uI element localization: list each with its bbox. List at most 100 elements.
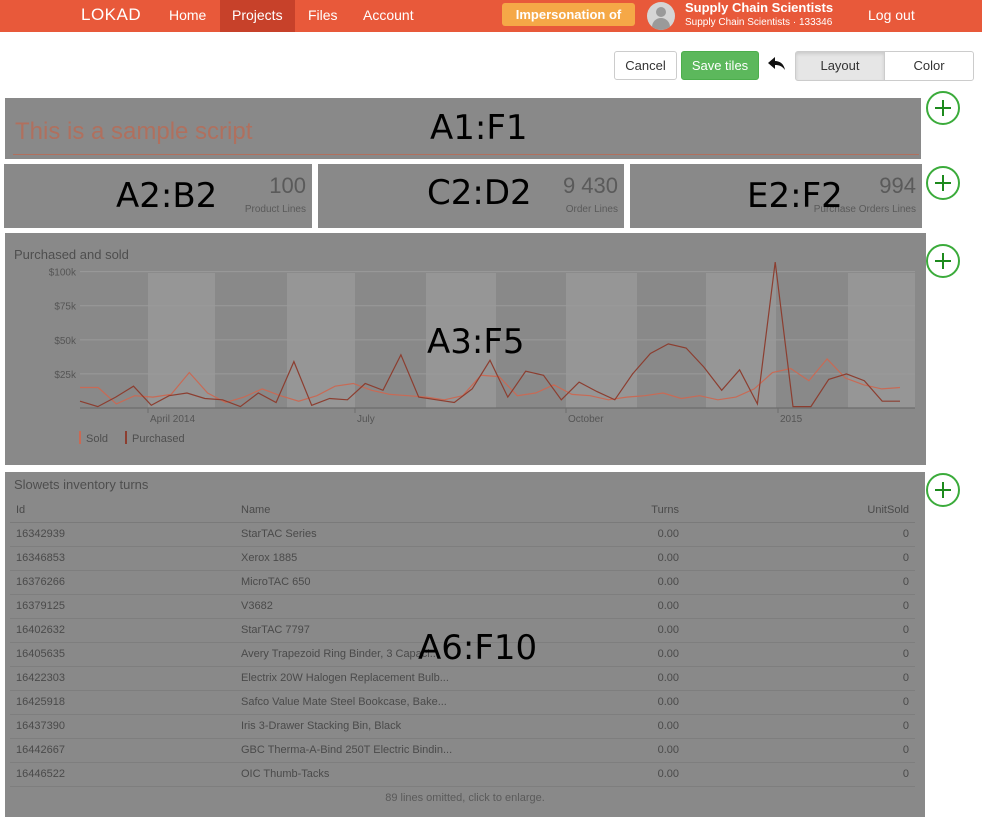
chart-band (287, 273, 355, 408)
table-row[interactable]: 16442667 GBC Therma-A-Bind 250T Electric … (10, 738, 915, 763)
cancel-button[interactable]: Cancel (614, 51, 677, 80)
cell-id: 16346853 (10, 546, 235, 571)
tile-range-label: A2:B2 (116, 176, 218, 216)
x-tick-label: July (357, 414, 375, 425)
table-footer-enlarge[interactable]: 89 lines omitted, click to enlarge. (5, 792, 925, 804)
cell-id: 16376266 (10, 570, 235, 595)
cell-turns: 0.00 (555, 522, 685, 547)
undo-icon[interactable] (765, 54, 787, 76)
cell-turns: 0.00 (555, 642, 685, 667)
cell-turns: 0.00 (555, 762, 685, 787)
table-row[interactable]: 16346853 Xerox 1885 0.00 0 (10, 546, 915, 571)
script-underline (13, 154, 919, 155)
layout-toggle[interactable]: Layout (795, 51, 885, 81)
tile-table[interactable]: Slowets inventory turns Id Name Turns Un… (5, 472, 925, 817)
cell-name: GBC Therma-A-Bind 250T Electric Bindin..… (235, 738, 555, 763)
cell-id: 16342939 (10, 522, 235, 547)
column-header-name[interactable]: Name (235, 498, 555, 523)
top-bar: LOKAD Home Projects Files Account Impers… (0, 0, 982, 32)
tile-kpi-purchase-orders[interactable]: 994 Purchase Orders Lines E2:F2 (630, 164, 922, 228)
nav-files[interactable]: Files (296, 0, 350, 32)
table-row[interactable]: 16422303 Electrix 20W Halogen Replacement… (10, 666, 915, 691)
column-header-turns[interactable]: Turns (555, 498, 685, 523)
x-tick-label: October (568, 414, 604, 425)
table-row[interactable]: 16446522 OIC Thumb-Tacks 0.00 0 (10, 762, 915, 787)
tile-range-label: E2:F2 (747, 176, 843, 216)
chart-band (566, 273, 637, 408)
table-row[interactable]: 16342939 StarTAC Series 0.00 0 (10, 522, 915, 547)
table-row[interactable]: 16376266 MicroTAC 650 0.00 0 (10, 570, 915, 595)
cell-name: StarTAC Series (235, 522, 555, 547)
cell-turns: 0.00 (555, 690, 685, 715)
cell-unitsold: 0 (685, 762, 915, 787)
cell-name: V3682 (235, 594, 555, 619)
color-toggle[interactable]: Color (884, 51, 974, 81)
brand-logo[interactable]: LOKAD (81, 5, 141, 25)
column-header-unitsold[interactable]: UnitSold (685, 498, 915, 523)
cell-unitsold: 0 (685, 690, 915, 715)
cell-name: Iris 3-Drawer Stacking Bin, Black (235, 714, 555, 739)
cell-unitsold: 0 (685, 738, 915, 763)
cell-unitsold: 0 (685, 714, 915, 739)
kpi-value: 9 430 (562, 173, 618, 198)
cell-turns: 0.00 (555, 570, 685, 595)
y-tick-label: $100k (49, 268, 77, 279)
kpi-value: 994 (879, 173, 916, 198)
x-tick-label: 2015 (780, 414, 803, 425)
account-subtitle: Supply Chain Scientists · 133346 (685, 17, 833, 28)
tile-chart[interactable]: Purchased and sold $25k $50k $75k $100k Apri… (5, 233, 926, 465)
cell-id: 16437390 (10, 714, 235, 739)
column-header-id[interactable]: Id (10, 498, 235, 523)
tile-range-label: A6:F10 (418, 628, 538, 668)
account-name: Supply Chain Scientists (685, 0, 834, 15)
tile-range-label: C2:D2 (427, 173, 532, 213)
table-row[interactable]: 16425918 Safco Value Mate Steel Bookcase,… (10, 690, 915, 715)
impersonation-button[interactable]: Impersonation of (502, 3, 635, 26)
legend-item-sold[interactable]: Sold (79, 431, 108, 445)
cell-turns: 0.00 (555, 546, 685, 571)
y-tick-label: $75k (54, 302, 77, 313)
cell-unitsold: 0 (685, 522, 915, 547)
legend-item-purchased[interactable]: Purchased (125, 431, 185, 445)
cell-id: 16379125 (10, 594, 235, 619)
tile-range-label: A3:F5 (427, 322, 525, 362)
tile-script[interactable]: This is a sample script A1:F1 (5, 98, 921, 159)
cell-turns: 0.00 (555, 594, 685, 619)
cell-name: OIC Thumb-Tacks (235, 762, 555, 787)
kpi-value: 100 (269, 173, 306, 198)
nav-home[interactable]: Home (157, 0, 218, 32)
tile-kpi-order-lines[interactable]: 9 430 Order Lines C2:D2 (318, 164, 624, 228)
chart-band (148, 273, 215, 408)
script-text: This is a sample script (15, 118, 253, 145)
cell-id: 16422303 (10, 666, 235, 691)
add-tile-button[interactable] (926, 91, 960, 125)
cell-turns: 0.00 (555, 618, 685, 643)
table-title: Slowets inventory turns (14, 477, 149, 492)
y-tick-label: $50k (54, 336, 77, 347)
cell-unitsold: 0 (685, 594, 915, 619)
add-tile-button[interactable] (926, 244, 960, 278)
save-tiles-button[interactable]: Save tiles (681, 51, 759, 80)
tile-range-label: A1:F1 (430, 108, 528, 148)
x-tick-label: April 2014 (150, 414, 195, 425)
cell-unitsold: 0 (685, 666, 915, 691)
kpi-caption: Order Lines (565, 204, 618, 215)
cell-unitsold: 0 (685, 618, 915, 643)
cell-name: Xerox 1885 (235, 546, 555, 571)
add-tile-button[interactable] (926, 473, 960, 507)
nav-account[interactable]: Account (351, 0, 426, 32)
avatar[interactable] (647, 2, 675, 30)
cell-name: Safco Value Mate Steel Bookcase, Bake... (235, 690, 555, 715)
add-tile-button[interactable] (926, 166, 960, 200)
y-tick-label: $25k (54, 370, 77, 381)
cell-id: 16442667 (10, 738, 235, 763)
tile-kpi-product-lines[interactable]: 100 Product Lines A2:B2 (4, 164, 312, 228)
table-row[interactable]: 16437390 Iris 3-Drawer Stacking Bin, Blac… (10, 714, 915, 739)
cell-turns: 0.00 (555, 666, 685, 691)
table-row[interactable]: 16379125 V3682 0.00 0 (10, 594, 915, 619)
logout-link[interactable]: Log out (868, 7, 915, 23)
cell-id: 16425918 (10, 690, 235, 715)
nav-projects[interactable]: Projects (220, 0, 295, 32)
cell-name: Electrix 20W Halogen Replacement Bulb... (235, 666, 555, 691)
cell-turns: 0.00 (555, 714, 685, 739)
